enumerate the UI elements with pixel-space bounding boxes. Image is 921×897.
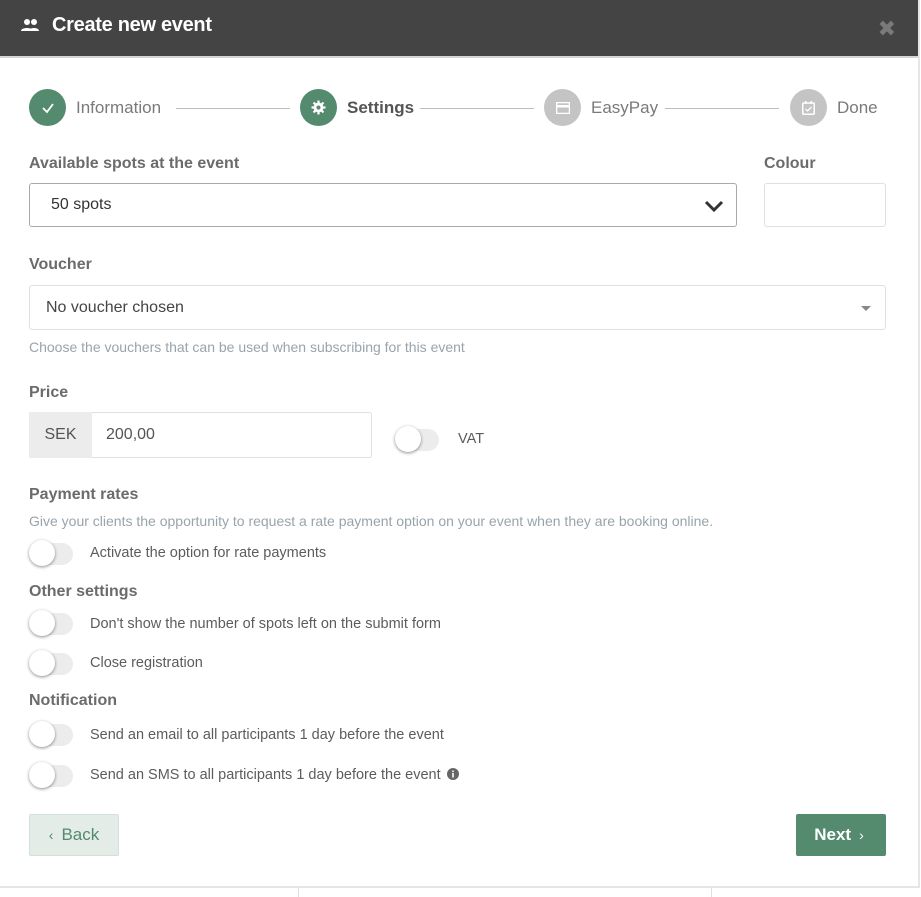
- modal-header: Create new event ✖: [0, 0, 918, 58]
- email-reminder-label: Send an email to all participants 1 day …: [90, 727, 444, 743]
- sms-reminder-label: Send an SMS to all participants 1 day be…: [90, 767, 441, 783]
- email-reminder-toggle[interactable]: [29, 720, 75, 748]
- price-input[interactable]: 200,00: [92, 412, 372, 458]
- sms-reminder-row: Send an SMS to all participants 1 day be…: [90, 767, 459, 783]
- hide-spots-left-label: Don't show the number of spots left on t…: [90, 616, 441, 632]
- caret-down-icon: [861, 306, 871, 311]
- notification-title: Notification: [29, 692, 117, 709]
- modal-title: Create new event: [52, 14, 212, 36]
- price-input-group: SEK 200,00: [29, 412, 372, 458]
- rate-payments-label: Activate the option for rate payments: [90, 545, 327, 561]
- spots-value: 50 spots: [51, 196, 112, 213]
- chevron-right-icon: ›: [859, 827, 864, 843]
- voucher-help: Choose the vouchers that can be used whe…: [29, 339, 465, 355]
- back-button[interactable]: ‹ Back: [29, 814, 119, 856]
- step-label: Done: [837, 97, 878, 117]
- close-registration-toggle[interactable]: [29, 649, 75, 677]
- payment-rates-help: Give your clients the opportunity to req…: [29, 513, 714, 529]
- spots-select[interactable]: 50 spots: [29, 183, 737, 227]
- step-connector: [420, 108, 534, 109]
- hide-spots-left-toggle[interactable]: [29, 609, 75, 637]
- price-label: Price: [29, 384, 69, 401]
- gear-icon: [300, 89, 337, 126]
- rate-payments-toggle[interactable]: [29, 539, 75, 567]
- step-done[interactable]: Done: [790, 89, 878, 126]
- sms-reminder-toggle[interactable]: [29, 761, 75, 789]
- next-button[interactable]: Next ›: [796, 814, 886, 856]
- step-easypay[interactable]: EasyPay: [544, 89, 658, 126]
- step-label: EasyPay: [591, 97, 659, 117]
- calendar-check-icon: [790, 89, 827, 126]
- chevron-down-icon: [704, 200, 724, 213]
- next-label: Next: [814, 825, 852, 844]
- step-settings[interactable]: Settings: [300, 89, 414, 126]
- vat-label: VAT: [458, 431, 485, 447]
- stepper: Information Settings EasyPay Done: [29, 89, 889, 127]
- background-page: [0, 888, 921, 897]
- card-icon: [544, 89, 581, 126]
- other-settings-title: Other settings: [29, 583, 138, 600]
- currency-addon: SEK: [29, 412, 92, 458]
- info-icon[interactable]: [446, 768, 459, 780]
- step-connector: [176, 108, 290, 109]
- vat-toggle[interactable]: [395, 425, 441, 453]
- voucher-select[interactable]: No voucher chosen: [29, 285, 886, 330]
- step-connector: [665, 108, 779, 109]
- create-event-modal: Create new event ✖ Information Settings …: [0, 0, 920, 888]
- step-information[interactable]: Information: [29, 89, 161, 126]
- back-label: Back: [61, 825, 100, 844]
- group-icon: [21, 19, 39, 31]
- spots-label: Available spots at the event: [29, 155, 240, 172]
- colour-picker[interactable]: [764, 183, 886, 227]
- voucher-value: No voucher chosen: [46, 299, 184, 316]
- check-icon: [29, 89, 66, 126]
- payment-rates-title: Payment rates: [29, 486, 139, 503]
- chevron-left-icon: ‹: [48, 827, 54, 843]
- close-icon[interactable]: ✖: [878, 16, 896, 42]
- step-label: Information: [76, 97, 162, 117]
- step-label: Settings: [347, 97, 415, 117]
- close-registration-label: Close registration: [90, 655, 203, 671]
- colour-label: Colour: [764, 155, 816, 172]
- voucher-label: Voucher: [29, 256, 92, 273]
